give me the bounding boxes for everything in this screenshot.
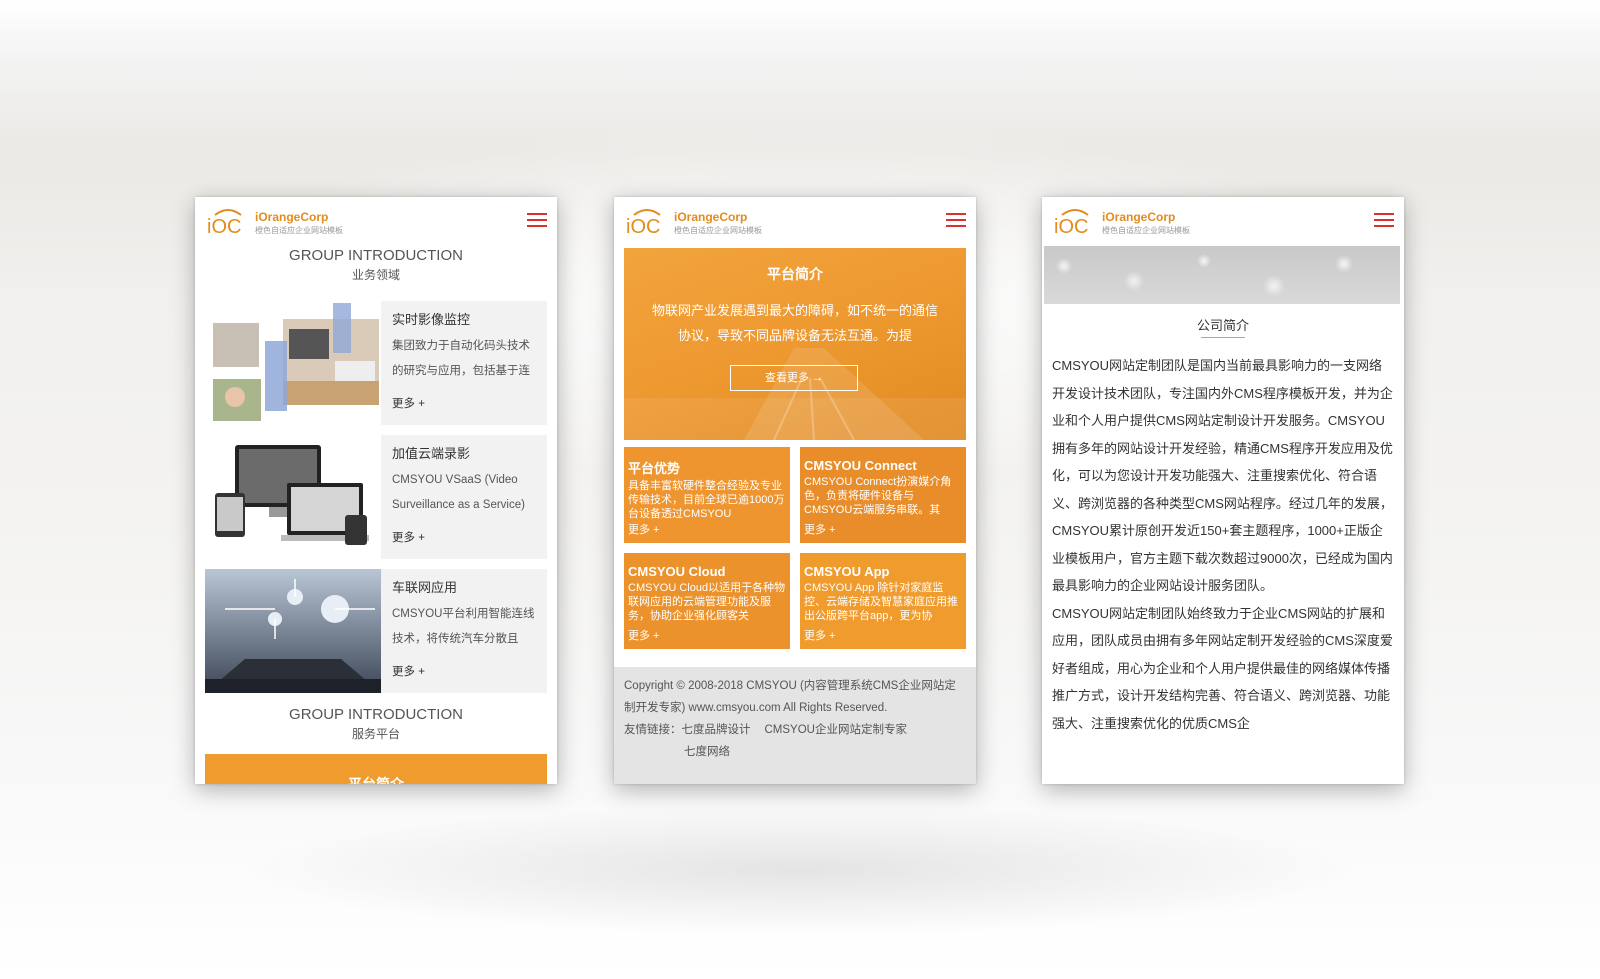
item-desc: CMSYOU VSaaS (Video Surveillance as a Se… <box>392 474 525 511</box>
item-desc: CMSYOU平台利用智能连线技术，将传统汽车分散且 <box>392 608 535 645</box>
phone-mockup-about: iOC iOrangeCorp 橙色自适应企业网站模板 公司简介 CMSYOU网… <box>1042 197 1404 784</box>
tile-desc: CMSYOU App 除针对家庭监控、云端存储及智慧家庭应用推出公版跨平台app… <box>804 582 958 622</box>
footer-copyright: Copyright © 2008-2018 CMSYOU (内容管理系统CMS企… <box>624 680 956 714</box>
more-link[interactable]: 更多 + <box>804 627 835 643</box>
brand-name: iOrangeCorp <box>255 210 329 224</box>
svg-text:iOC: iOC <box>207 216 241 235</box>
tile-title: CMSYOU Connect <box>804 458 917 473</box>
about-content: CMSYOU网站定制团队是国内当前最具影响力的一支网络开发设计技术团队，专注国内… <box>1052 352 1394 737</box>
tile-desc: 具备丰富软硬件整合经验及专业传输技术，目前全球已逾1000万台设备透过CMSYO… <box>628 480 785 520</box>
ioc-logo-icon: iOC <box>207 209 242 235</box>
hamburger-menu-icon[interactable] <box>946 213 966 229</box>
item-title: 加值云端录影 <box>392 446 471 461</box>
hamburger-menu-icon[interactable] <box>1374 213 1394 229</box>
hero-title: 平台简介 <box>767 266 823 282</box>
friend-link[interactable]: 七度品牌设计 <box>682 724 751 736</box>
brand-name: iOrangeCorp <box>1102 210 1176 224</box>
about-paragraph: CMSYOU网站定制团队始终致力于企业CMS网站的扩展和应用，团队成员由拥有多年… <box>1052 605 1393 731</box>
friend-links-label: 友情链接： <box>624 724 682 736</box>
brand-name: iOrangeCorp <box>674 210 748 224</box>
item-desc: 集团致力于自动化码头技术的研究与应用，包括基于连 <box>392 340 530 377</box>
site-header: iOC iOrangeCorp 橙色自适应企业网站模板 <box>1042 197 1404 245</box>
tile-title: CMSYOU Cloud <box>628 564 726 579</box>
item-title: 车联网应用 <box>392 580 458 595</box>
section-title: GROUP INTRODUCTION <box>289 706 463 723</box>
section-subtitle: 业务领域 <box>351 268 400 282</box>
cloud-recording-image <box>205 435 381 559</box>
tile-title: 平台优势 <box>628 461 681 476</box>
brand-tagline: 橙色自适应企业网站模板 <box>255 226 343 235</box>
tile-desc: CMSYOU Cloud以适用于各种物联网应用的云端管理功能及服务，协助企业强化… <box>628 582 786 622</box>
brand-tagline: 橙色自适应企业网站模板 <box>1102 226 1190 235</box>
section-subtitle: 服务平台 <box>351 727 400 741</box>
more-link[interactable]: 更多 + <box>392 663 425 679</box>
more-link[interactable]: 更多 + <box>392 529 425 545</box>
connected-car-image <box>205 569 381 693</box>
list-item[interactable]: 实时影像监控 集团致力于自动化码头技术的研究与应用，包括基于连 更多 + <box>205 301 547 425</box>
section-title: GROUP INTRODUCTION <box>289 247 463 264</box>
site-header: iOC iOrangeCorp 橙色自适应企业网站模板 <box>195 197 557 245</box>
page-banner <box>1044 246 1400 304</box>
site-footer: Copyright © 2008-2018 CMSYOU (内容管理系统CMS企… <box>614 667 976 784</box>
feature-tile[interactable]: CMSYOU App CMSYOU App 除针对家庭监控、云端存储及智慧家庭应… <box>800 553 966 649</box>
surveillance-image <box>205 301 381 425</box>
title-underline <box>1201 337 1245 338</box>
page-title: 公司简介 <box>1196 318 1249 333</box>
feature-tile[interactable]: CMSYOU Cloud CMSYOU Cloud以适用于各种物联网应用的云端管… <box>624 553 790 649</box>
view-more-button[interactable]: 查看更多 → <box>730 365 858 391</box>
platform-hero: 平台简介 物联网产业发展遇到最大的障碍，如不统一的通信协议，导致不同品牌设备无法… <box>624 248 966 440</box>
phone-mockup-business: iOC iOrangeCorp 橙色自适应企业网站模板 GROUP INTROD… <box>195 197 557 784</box>
tile-desc: CMSYOU Connect扮演媒介角色，负责将硬件设备与CMSYOU云端服务串… <box>804 476 952 516</box>
more-link[interactable]: 更多 + <box>628 521 659 537</box>
friend-link[interactable]: CMSYOU企业网站定制专家 <box>765 724 907 736</box>
platform-intro-bar: 平台简介 <box>205 754 547 784</box>
phone-mockup-platform: iOC iOrangeCorp 橙色自适应企业网站模板 平台简介 物联网产业发展… <box>614 197 976 784</box>
site-header: iOC iOrangeCorp 橙色自适应企业网站模板 <box>614 197 976 245</box>
list-item[interactable]: 加值云端录影 CMSYOU VSaaS (Video Surveillance … <box>205 435 547 559</box>
more-link[interactable]: 更多 + <box>628 627 659 643</box>
svg-text:iOC: iOC <box>1054 216 1088 235</box>
list-item[interactable]: 车联网应用 CMSYOU平台利用智能连线技术，将传统汽车分散且 更多 + <box>205 569 547 693</box>
feature-tile[interactable]: CMSYOU Connect CMSYOU Connect扮演媒介角色，负责将硬… <box>800 447 966 543</box>
friend-links: 友情链接：七度品牌设计 CMSYOU企业网站定制专家 <box>624 719 966 741</box>
friend-link[interactable]: 七度网络 <box>684 746 730 758</box>
brand-tagline: 橙色自适应企业网站模板 <box>674 226 762 235</box>
section-heading-2: GROUP INTRODUCTION 服务平台 <box>195 704 557 742</box>
tile-title: CMSYOU App <box>804 564 890 579</box>
feature-tile[interactable]: 平台优势 具备丰富软硬件整合经验及专业传输技术，目前全球已逾1000万台设备透过… <box>624 447 790 543</box>
hamburger-menu-icon[interactable] <box>527 213 547 229</box>
about-paragraph: CMSYOU网站定制团队是国内当前最具影响力的一支网络开发设计技术团队，专注国内… <box>1052 358 1393 593</box>
item-title: 实时影像监控 <box>392 312 471 327</box>
more-link[interactable]: 更多 + <box>804 521 835 537</box>
more-link[interactable]: 更多 + <box>392 395 425 411</box>
svg-text:iOC: iOC <box>626 216 660 235</box>
ioc-logo-icon: iOC <box>1054 209 1089 235</box>
ioc-logo-icon: iOC <box>626 209 661 235</box>
hero-text: 物联网产业发展遇到最大的障碍，如不统一的通信协议，导致不同品牌设备无法互通。为提 <box>651 303 938 343</box>
friend-links-row2: 七度网络 <box>624 741 966 763</box>
